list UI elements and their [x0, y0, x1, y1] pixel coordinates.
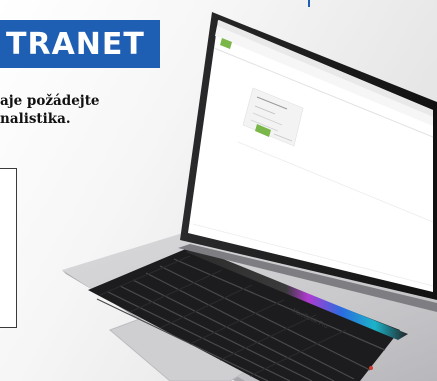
laptop-illustration: MacBook Pro	[62, 12, 437, 381]
status-dot	[369, 366, 373, 370]
